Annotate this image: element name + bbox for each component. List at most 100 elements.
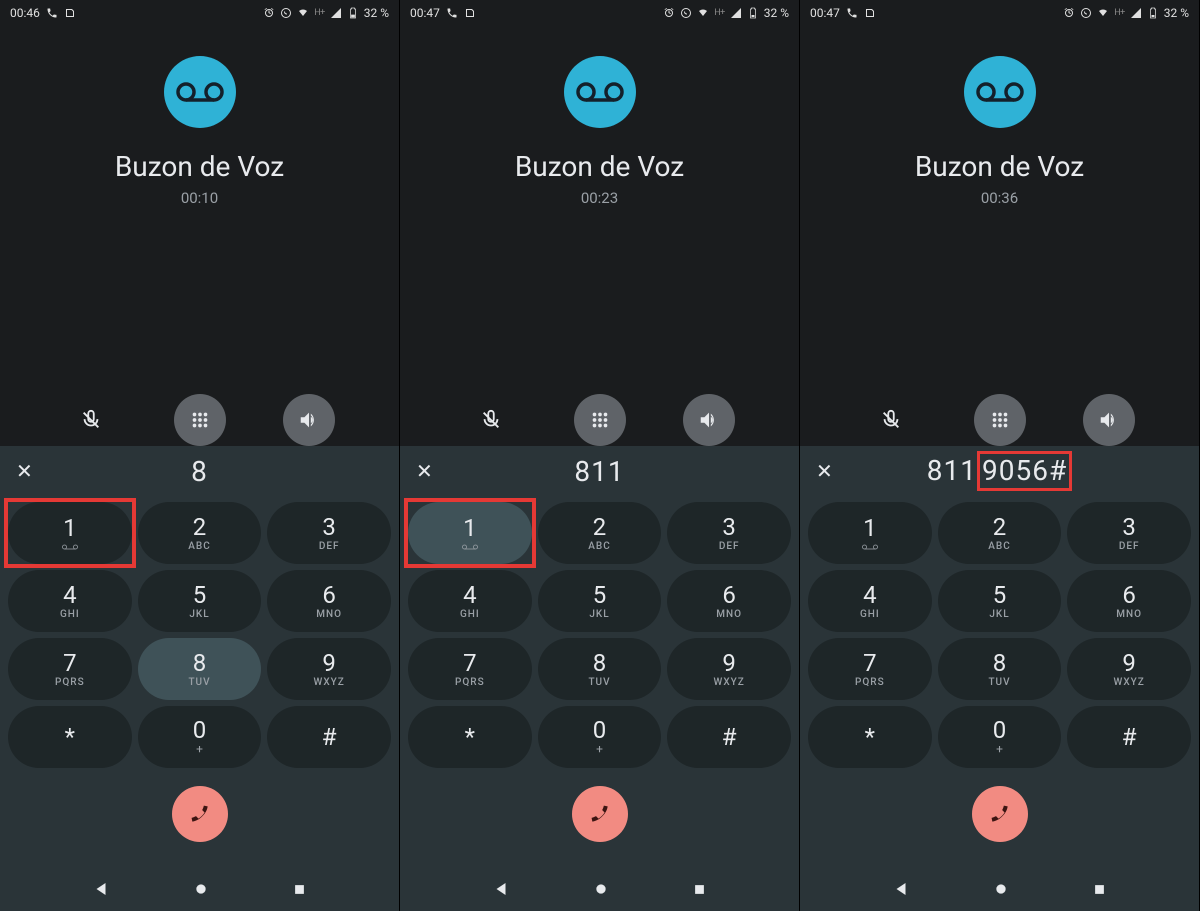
nav-back-icon[interactable] <box>492 880 510 898</box>
call-info: Buzon de Voz 00:23 <box>400 26 799 426</box>
keypad-button[interactable] <box>574 394 626 446</box>
dialpad-key-*[interactable]: * <box>808 706 932 768</box>
speaker-button[interactable] <box>683 394 735 446</box>
dialed-number: 8 <box>40 455 383 488</box>
navbar <box>400 867 799 911</box>
network-type: H+ <box>314 8 325 18</box>
call-info: Buzon de Voz 00:10 <box>0 26 399 426</box>
dialpad-key-4[interactable]: 4GHI <box>808 570 932 632</box>
dialpad-key-1[interactable]: 1 <box>8 502 132 564</box>
dialpad-key-5[interactable]: 5JKL <box>138 570 262 632</box>
dialpad-key-1[interactable]: 1 <box>408 502 532 564</box>
keypad-button[interactable] <box>174 394 226 446</box>
dialpad-key-4[interactable]: 4GHI <box>408 570 532 632</box>
keypad-button[interactable] <box>974 394 1026 446</box>
voicemail-icon <box>576 77 624 107</box>
network-type: H+ <box>1114 8 1125 18</box>
dialpad-key-7[interactable]: 7PQRS <box>408 638 532 700</box>
dialpad-key-6[interactable]: 6MNO <box>267 570 391 632</box>
nav-recent-icon[interactable] <box>292 882 307 897</box>
close-icon[interactable]: ✕ <box>816 459 840 483</box>
phone-screen: 00:47 H+ 32 % Buzon de Voz 00:23 ✕ 811 <box>400 0 800 911</box>
dialpad-grid: 12ABC3DEF 4GHI5JKL6MNO 7PQRS8TUV9WXYZ *0+# <box>800 496 1199 774</box>
mute-button[interactable] <box>465 394 517 446</box>
dialpad-key-8[interactable]: 8TUV <box>938 638 1062 700</box>
nav-back-icon[interactable] <box>892 880 910 898</box>
dialpad-key-8[interactable]: 8TUV <box>138 638 262 700</box>
dialpad-key-6[interactable]: 6MNO <box>667 570 791 632</box>
dialpad-key-9[interactable]: 9WXYZ <box>267 638 391 700</box>
alarm-icon <box>263 7 275 19</box>
hangup-button[interactable] <box>572 786 628 842</box>
dialpad-key-4[interactable]: 4GHI <box>8 570 132 632</box>
signal-icon <box>730 7 742 19</box>
dialpad-key-*[interactable]: * <box>408 706 532 768</box>
dialpad-key-3[interactable]: 3DEF <box>667 502 791 564</box>
signal-icon <box>330 7 342 19</box>
dialpad-key-6[interactable]: 6MNO <box>1067 570 1191 632</box>
call-actions <box>800 394 1199 446</box>
dialpad-key-2[interactable]: 2ABC <box>938 502 1062 564</box>
status-bar: 00:46 H+ 32 % <box>0 0 399 26</box>
contact-name: Buzon de Voz <box>515 150 684 183</box>
dialpad-key-9[interactable]: 9WXYZ <box>667 638 791 700</box>
call-duration: 00:23 <box>581 189 618 207</box>
dialpad-key-7[interactable]: 7PQRS <box>808 638 932 700</box>
alarm-icon <box>663 7 675 19</box>
mute-button[interactable] <box>65 394 117 446</box>
phone-icon <box>846 7 858 19</box>
voicemail-icon <box>976 77 1024 107</box>
call-duration: 00:10 <box>181 189 218 207</box>
voicemail-icon <box>62 543 78 551</box>
dialpad: ✕ 8119056# 12ABC3DEF4GHI5JKL6MNO7PQRS8TU… <box>800 446 1199 911</box>
dialpad-key-1[interactable]: 1 <box>808 502 932 564</box>
dialpad-key-0[interactable]: 0+ <box>938 706 1062 768</box>
card-icon <box>64 7 76 19</box>
viber-icon <box>680 7 692 19</box>
nav-home-icon[interactable] <box>993 881 1009 897</box>
wifi-icon <box>1097 7 1109 19</box>
dialpad-key-#[interactable]: # <box>1067 706 1191 768</box>
phone-screen: 00:47 H+ 32 % Buzon de Voz 00:36 ✕ 81 <box>800 0 1200 911</box>
phone-icon <box>446 7 458 19</box>
mute-button[interactable] <box>865 394 917 446</box>
hangup-button[interactable] <box>172 786 228 842</box>
call-duration: 00:36 <box>981 189 1018 207</box>
dialpad-key-*[interactable]: * <box>8 706 132 768</box>
dialpad-key-8[interactable]: 8TUV <box>538 638 662 700</box>
dialpad-key-2[interactable]: 2ABC <box>538 502 662 564</box>
battery-percent: 32 % <box>364 6 389 20</box>
speaker-button[interactable] <box>1083 394 1135 446</box>
dialpad-key-3[interactable]: 3DEF <box>1067 502 1191 564</box>
dialpad-key-#[interactable]: # <box>267 706 391 768</box>
dialpad-grid: 12ABC3DEF 4GHI5JKL6MNO 7PQRS8TUV9WXYZ *0+# <box>0 496 399 774</box>
status-bar: 00:47 H+ 32 % <box>400 0 799 26</box>
navbar <box>800 867 1199 911</box>
nav-home-icon[interactable] <box>193 881 209 897</box>
nav-recent-icon[interactable] <box>692 882 707 897</box>
close-icon[interactable]: ✕ <box>16 459 40 483</box>
dialpad-key-5[interactable]: 5JKL <box>938 570 1062 632</box>
dialpad-key-#[interactable]: # <box>667 706 791 768</box>
nav-home-icon[interactable] <box>593 881 609 897</box>
dialpad-key-7[interactable]: 7PQRS <box>8 638 132 700</box>
wifi-icon <box>297 7 309 19</box>
call-actions <box>400 394 799 446</box>
dialpad-key-3[interactable]: 3DEF <box>267 502 391 564</box>
battery-icon <box>1147 7 1159 19</box>
dialpad-key-5[interactable]: 5JKL <box>538 570 662 632</box>
viber-icon <box>280 7 292 19</box>
dialpad-key-9[interactable]: 9WXYZ <box>1067 638 1191 700</box>
nav-recent-icon[interactable] <box>1092 882 1107 897</box>
phone-icon <box>46 7 58 19</box>
nav-back-icon[interactable] <box>92 880 110 898</box>
dialpad-key-0[interactable]: 0+ <box>538 706 662 768</box>
card-icon <box>864 7 876 19</box>
status-time: 00:46 <box>10 6 40 20</box>
phone-screen: 00:46 H+ 32 % Buzon de Voz 00:10 ✕ 8 <box>0 0 400 911</box>
dialpad-key-0[interactable]: 0+ <box>138 706 262 768</box>
hangup-button[interactable] <box>972 786 1028 842</box>
close-icon[interactable]: ✕ <box>416 459 440 483</box>
dialpad-key-2[interactable]: 2ABC <box>138 502 262 564</box>
speaker-button[interactable] <box>283 394 335 446</box>
